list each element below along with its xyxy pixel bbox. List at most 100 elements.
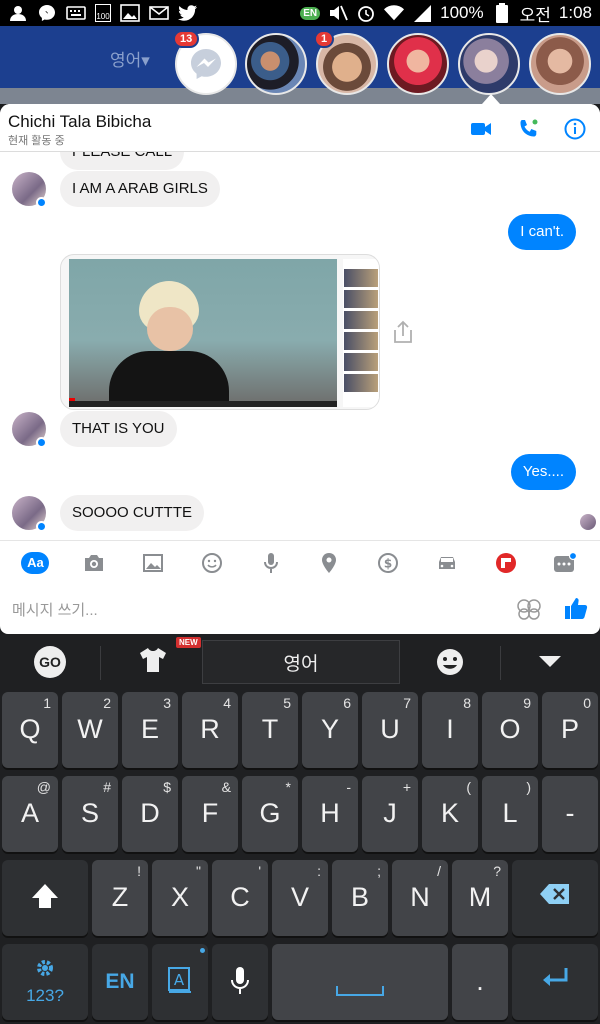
thumbs-up-icon [565, 598, 588, 619]
key-y[interactable]: Y6 [302, 692, 358, 768]
message-incoming[interactable]: THAT IS YOU [60, 411, 177, 447]
sticker-button[interactable] [516, 598, 542, 625]
chat-window: Chichi Tala Bibicha 현재 활동 중 PLEASE CALL … [0, 104, 600, 634]
key-i[interactable]: I8 [422, 692, 478, 768]
key-a[interactable]: A @ [2, 776, 58, 852]
key-k[interactable]: K( [422, 776, 478, 852]
chat-head-contact-4-active[interactable] [458, 33, 520, 95]
unread-badge-2: 1 [314, 30, 335, 48]
key-label: Y [320, 714, 339, 744]
image-icon [142, 553, 163, 572]
keyboard-language-switch[interactable]: 영어 [202, 640, 400, 684]
go-keyboard-logo[interactable]: GO [34, 646, 66, 678]
key-s[interactable]: S # [62, 776, 118, 852]
chat-head-contact-5[interactable] [529, 33, 591, 95]
contact-name[interactable]: Chichi Tala Bibicha [8, 112, 151, 132]
key-secondary-label: ? [493, 863, 501, 879]
message-incoming[interactable]: SOOOO CUTTTE [60, 495, 204, 531]
seen-indicator-avatar [580, 514, 596, 530]
symbols-key[interactable]: 123? [2, 944, 88, 1020]
message-incoming[interactable]: PLEASE CALL [60, 152, 185, 170]
key-e[interactable]: E3 [122, 692, 178, 768]
share-icon[interactable] [392, 320, 414, 349]
key-label: L [502, 798, 518, 828]
message-outgoing[interactable]: Yes.... [510, 454, 576, 490]
chat-head-contact-3[interactable] [387, 33, 449, 95]
key-u[interactable]: U7 [362, 692, 418, 768]
enter-key[interactable] [512, 944, 598, 1020]
key-t[interactable]: T5 [242, 692, 298, 768]
key-g[interactable]: G * [242, 776, 298, 852]
shared-video-attachment[interactable] [60, 254, 380, 410]
chat-head-contact-1[interactable] [245, 33, 307, 95]
key-secondary-label: 5 [283, 695, 291, 711]
messenger-badge-icon [36, 437, 47, 448]
camera-icon [85, 554, 104, 571]
location-button[interactable] [315, 549, 343, 577]
video-call-button[interactable] [468, 116, 494, 142]
emoji-keyboard-icon[interactable] [435, 647, 465, 682]
key-dash[interactable]: - [542, 776, 598, 852]
twitter-icon [178, 4, 198, 22]
voice-clip-button[interactable] [257, 549, 285, 577]
conversation-info-button[interactable] [562, 116, 588, 142]
key-q[interactable]: Q1 [2, 692, 58, 768]
period-key[interactable]: . [452, 944, 508, 1020]
key-secondary-label: * [285, 779, 291, 795]
key-secondary-label: $ [163, 779, 171, 795]
key-o[interactable]: O9 [482, 692, 538, 768]
key-secondary-label: 8 [463, 695, 471, 711]
message-list[interactable]: PLEASE CALL I AM A ARAB GIRLS I can't. [0, 152, 600, 540]
enter-icon [512, 966, 598, 990]
key-d[interactable]: D $ [122, 776, 178, 852]
aa-icon: Aa [21, 551, 50, 574]
handwriting-key[interactable]: A [152, 944, 208, 1020]
language-key[interactable]: EN [92, 944, 148, 1020]
battery-icon [492, 3, 512, 23]
key-h[interactable]: H- [302, 776, 358, 852]
message-incoming[interactable]: I AM A ARAB GIRLS [60, 171, 220, 207]
hide-keyboard-chevron-down-icon[interactable] [538, 655, 562, 674]
text-format-button[interactable]: Aa [21, 549, 50, 577]
key-v[interactable]: V: [272, 860, 328, 936]
key-label: E [140, 714, 159, 744]
key-label: H [320, 798, 340, 828]
phone-icon [520, 119, 538, 137]
key-w[interactable]: W2 [62, 692, 118, 768]
voice-call-button[interactable] [515, 116, 541, 142]
payment-button[interactable]: $ [374, 549, 402, 577]
message-outgoing[interactable]: I can't. [508, 214, 576, 250]
space-key[interactable] [272, 944, 448, 1020]
key-l[interactable]: L) [482, 776, 538, 852]
space-icon [336, 986, 384, 996]
camera-button[interactable] [80, 549, 108, 577]
battery-percent: 100% [440, 3, 484, 22]
key-n[interactable]: N / [392, 860, 448, 936]
key-c[interactable]: C ' [212, 860, 268, 936]
voice-input-key[interactable] [212, 944, 268, 1020]
sticker-emoji-button[interactable] [198, 549, 226, 577]
language-dropdown[interactable]: 영어▾ [110, 46, 150, 71]
key-p[interactable]: P0 [542, 692, 598, 768]
gallery-button[interactable] [139, 549, 167, 577]
key-label: X [170, 882, 189, 912]
keyboard-icon [66, 4, 86, 22]
shift-key[interactable] [2, 860, 88, 936]
key-b[interactable]: B; [332, 860, 388, 936]
like-button[interactable] [564, 596, 588, 625]
key-x[interactable]: X " [152, 860, 208, 936]
key-m[interactable]: M? [452, 860, 508, 936]
key-f[interactable]: F & [182, 776, 238, 852]
indicator-dot [200, 948, 205, 953]
theme-shirt-icon[interactable] [138, 646, 168, 679]
more-apps-button[interactable] [551, 549, 579, 577]
key-secondary-label: ) [526, 779, 531, 795]
key-r[interactable]: R4 [182, 692, 238, 768]
ride-button[interactable] [433, 549, 461, 577]
backspace-key[interactable] [512, 860, 598, 936]
key-j[interactable]: J + [362, 776, 418, 852]
message-input[interactable] [12, 598, 492, 622]
key-z[interactable]: Z! [92, 860, 148, 936]
flipboard-app-button[interactable] [492, 549, 520, 577]
key-secondary-label: & [221, 779, 231, 795]
